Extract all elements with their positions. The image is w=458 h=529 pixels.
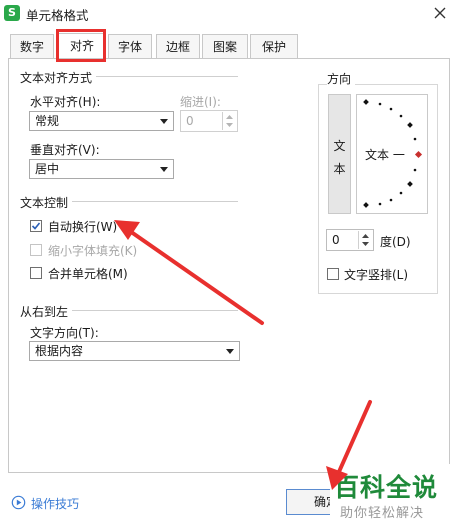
- annotation-arrows: [114, 220, 372, 490]
- arrow-to-wrap-text: [122, 225, 264, 325]
- arrow-head: [326, 466, 348, 490]
- arrow-to-ok: [336, 400, 372, 476]
